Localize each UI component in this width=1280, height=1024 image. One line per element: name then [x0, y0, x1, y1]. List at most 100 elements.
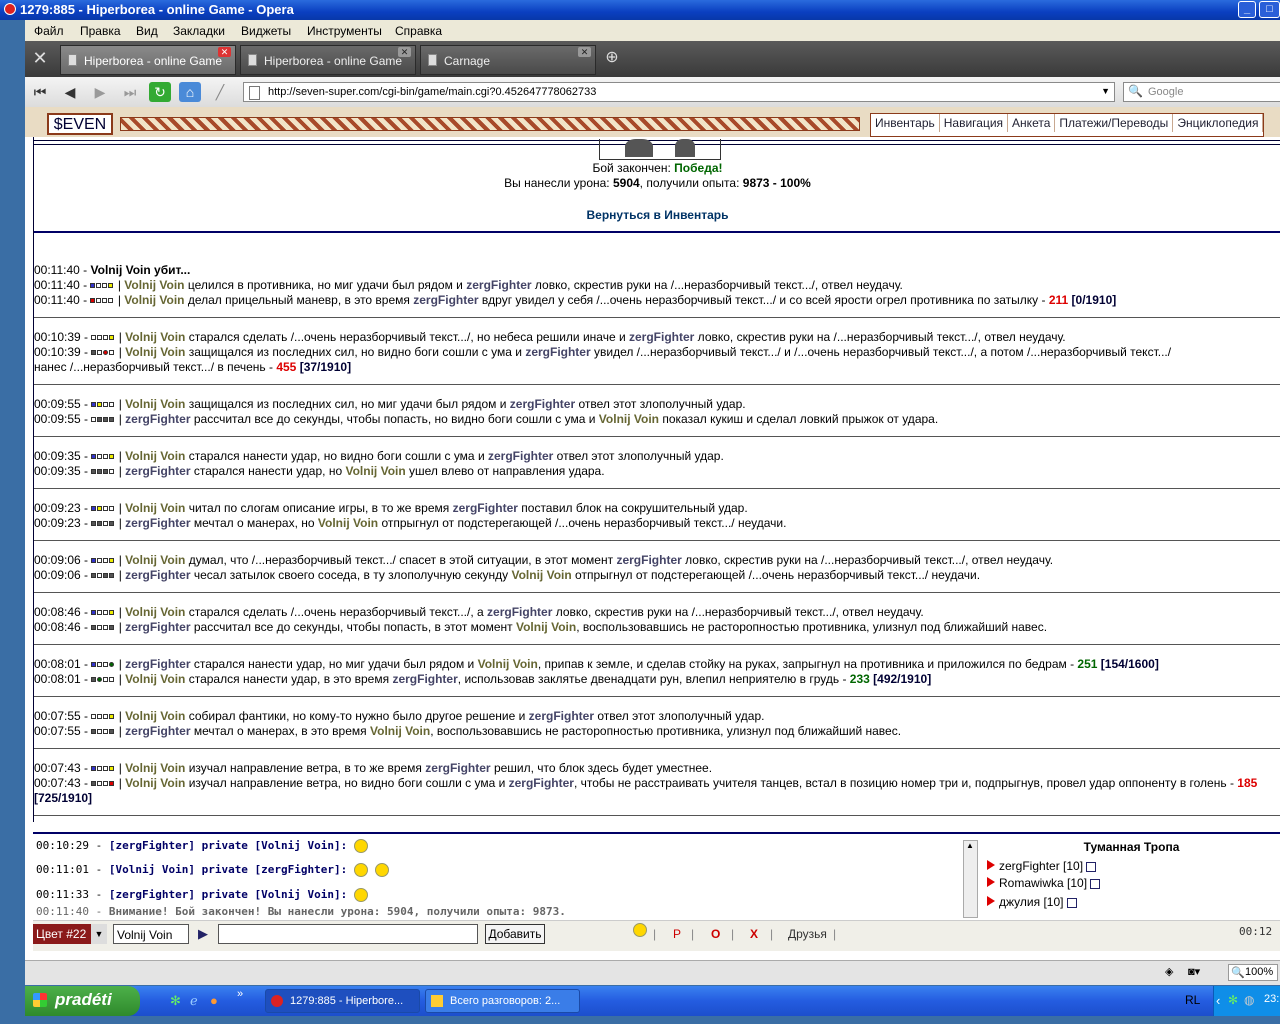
nav-payments[interactable]: Платежи/Переводы [1055, 114, 1174, 132]
battle-figures-image [599, 139, 721, 160]
language-indicator[interactable]: RL [1185, 993, 1200, 1007]
private-button[interactable]: Р [673, 927, 681, 941]
info-icon[interactable] [1066, 897, 1077, 908]
log-line: 00:08:46 - | zergFighter рассчитал все д… [34, 620, 1048, 634]
ie-icon[interactable]: ℯ [190, 993, 198, 1009]
send-arrow-icon[interactable]: ▶ [198, 926, 208, 942]
log-line: 00:08:01 - | zergFighter старался нанест… [34, 657, 1159, 671]
user-list-item[interactable]: Romawiwka [10] [987, 876, 1101, 890]
search-icon: 🔍 [1128, 84, 1143, 98]
log-line: 00:09:23 - | zergFighter мечтал о манера… [34, 516, 787, 530]
rewind-icon[interactable]: ⏮ [29, 82, 51, 102]
page-icon [249, 86, 260, 100]
desktop-background [0, 20, 25, 1016]
minimize-button[interactable]: _ [1238, 1, 1256, 18]
log-line: 00:07:43 - | Volnij Voin изучал направле… [34, 776, 1258, 790]
log-line: 00:09:06 - | Volnij Voin думал, что /...… [34, 553, 1054, 567]
nav-encyclopedia[interactable]: Энциклопедия [1173, 114, 1264, 132]
zoom-control[interactable]: 🔍 100% [1228, 964, 1278, 981]
overflow-chevron-icon[interactable]: » [237, 988, 243, 1000]
smiley-icon [353, 888, 368, 902]
forward-icon[interactable]: ▶ [89, 82, 111, 102]
close-tab-icon[interactable]: ✕ [578, 47, 591, 57]
tools-icon[interactable]: ✕ [29, 48, 51, 68]
log-line: 00:09:23 - | Volnij Voin читал по слогам… [34, 501, 748, 515]
menu-help[interactable]: Справка [395, 24, 442, 38]
nick-field[interactable]: Volnij Voin [113, 924, 189, 944]
menu-view[interactable]: Вид [136, 24, 158, 38]
menu-bookmarks[interactable]: Закладки [173, 24, 225, 38]
reload-icon[interactable]: ↻ [149, 82, 171, 102]
dropdown-arrow-icon[interactable]: ▼ [1101, 86, 1110, 96]
url-input[interactable]: http://seven-super.com/cgi-bin/game/main… [243, 82, 1115, 102]
browser-status-bar: ◈ ◙▾ 🔍 100% [25, 960, 1280, 985]
add-button[interactable]: Добавить [485, 924, 545, 944]
windows-logo-icon [33, 993, 47, 1007]
tab-carnage[interactable]: Carnage ✕ [420, 45, 596, 75]
log-line: 00:11:40 - | Volnij Voin делал прицельны… [34, 293, 1117, 307]
battle-frame: Бой закончен: Победа! Вы нанесли урона: … [33, 137, 1280, 822]
log-line: 00:09:35 - | zergFighter старался нанест… [34, 464, 605, 478]
info-icon[interactable] [1090, 878, 1101, 889]
log-line: 00:08:01 - | Volnij Voin старался нанест… [34, 672, 932, 686]
search-input[interactable]: 🔍 Google [1123, 82, 1280, 102]
return-inventory-link[interactable]: Вернуться в Инвентарь [34, 208, 1280, 222]
fast-forward-icon[interactable]: ⏭ [119, 82, 141, 102]
home-icon[interactable]: ⌂ [179, 82, 201, 102]
new-tab-icon[interactable]: ⊕ [601, 48, 623, 68]
scroll-up-icon[interactable]: ▲ [966, 841, 974, 850]
menu-tools[interactable]: Инструменты [307, 24, 382, 38]
arrow-icon [987, 896, 995, 906]
divider [34, 231, 1280, 233]
tray-arrow-icon[interactable]: ‹ [1216, 993, 1220, 1008]
edit-icon[interactable]: ╱ [209, 82, 231, 102]
log-line: 00:07:55 - | Volnij Voin собирал фантики… [34, 709, 765, 723]
user-list-item[interactable]: zergFighter [10] [987, 859, 1097, 873]
tab-hiperborea-2[interactable]: Hiperborea - online Game ✕ [240, 45, 416, 75]
log-line: [725/1910] [34, 791, 93, 805]
close-tab-icon[interactable]: ✕ [398, 47, 411, 57]
menu-file[interactable]: Файл [34, 24, 64, 38]
location-name: Туманная Тропа [1083, 840, 1180, 854]
nav-inventory[interactable]: Инвентарь [871, 114, 940, 132]
tray-icon[interactable]: ✻ [1228, 993, 1238, 1007]
chat-messages: 00:10:29 - [zergFighter] private [Volnij… [33, 837, 963, 918]
game-nav: Инвентарь Навигация Анкета Платежи/Перев… [870, 113, 1265, 137]
friends-link[interactable]: Друзья [788, 927, 827, 941]
quicklaunch-icon[interactable]: ✻ [170, 993, 181, 1009]
close-tab-icon[interactable]: ✕ [218, 47, 231, 57]
close-chat-button[interactable]: Х [750, 927, 758, 941]
tab-hiperborea-1[interactable]: Hiperborea - online Game ✕ [60, 45, 236, 75]
victory-text: Победа! [674, 161, 723, 175]
camera-icon[interactable]: ◙▾ [1188, 965, 1200, 978]
game-header: $EVEN Инвентарь Навигация Анкета Платежи… [25, 107, 1280, 137]
opera-logo-icon [4, 3, 16, 15]
taskbar-opera[interactable]: 1279:885 - Hiperbore... [265, 989, 420, 1013]
back-icon[interactable]: ◀ [59, 82, 81, 102]
page-icon [68, 54, 77, 66]
smiley-picker-icon[interactable] [633, 923, 647, 937]
info-icon[interactable] [1086, 861, 1097, 872]
system-tray: ‹ ✻ ◍ 23: [1213, 986, 1280, 1016]
menu-edit[interactable]: Правка [80, 24, 121, 38]
menu-widgets[interactable]: Виджеты [241, 24, 291, 38]
firefox-icon[interactable]: ● [210, 993, 218, 1008]
address-toolbar: ⏮ ◀ ▶ ⏭ ↻ ⌂ ╱ http://seven-super.com/cgi… [25, 77, 1280, 108]
chat-message-input[interactable] [218, 924, 478, 944]
taskbar-chat[interactable]: Всего разговоров: 2... [425, 989, 580, 1013]
opera-icon [271, 995, 283, 1007]
color-select[interactable]: Цвет #22 ▼ [33, 924, 107, 944]
clear-button[interactable]: О [711, 927, 720, 941]
panel-toggle-icon[interactable]: ◈ [1165, 965, 1173, 978]
dropdown-arrow-icon[interactable]: ▼ [91, 924, 107, 944]
desktop-edge [0, 1016, 1280, 1024]
nav-navigation[interactable]: Навигация [940, 114, 1009, 132]
nav-profile[interactable]: Анкета [1008, 114, 1056, 132]
user-list-item[interactable]: джулия [10] [987, 895, 1077, 909]
chat-system-message: 00:11:40 - Внимание! Бой закончен! Вы на… [36, 905, 566, 918]
start-button[interactable]: pradéti [25, 986, 140, 1016]
url-text: http://seven-super.com/cgi-bin/game/main… [268, 86, 597, 98]
maximize-button[interactable]: □ [1259, 1, 1280, 18]
tray-network-icon[interactable]: ◍ [1244, 993, 1254, 1007]
chat-scrollbar[interactable]: ▲ [963, 840, 978, 918]
